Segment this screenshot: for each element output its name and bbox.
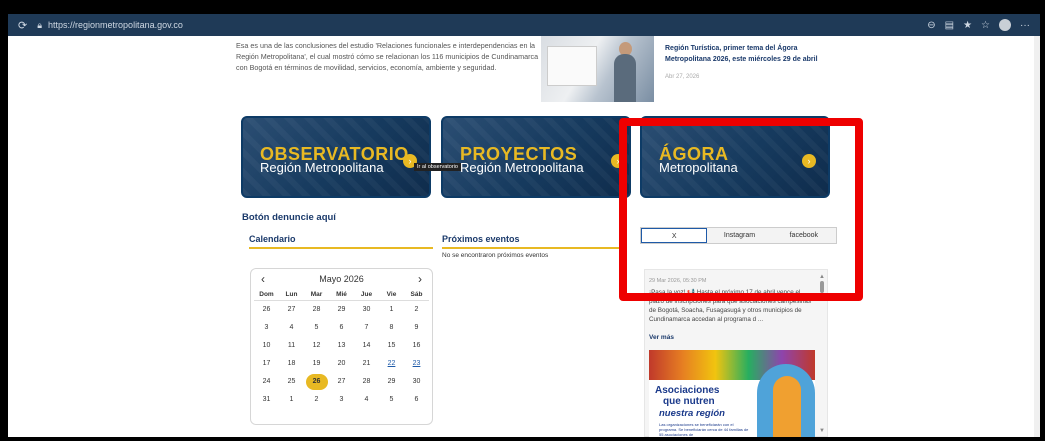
no-events-message: No se encontraron próximos eventos	[442, 252, 549, 259]
calendar-day[interactable]: 24	[254, 373, 279, 391]
calendar-day[interactable]: 16	[404, 337, 429, 355]
favorites-icon[interactable]: ☆	[981, 20, 990, 31]
next-month-button[interactable]: ›	[414, 272, 426, 286]
calendar-day[interactable]: 20	[329, 355, 354, 373]
presenter-figure	[614, 54, 636, 102]
calendar-day[interactable]: 27	[329, 373, 354, 391]
tooltip: Ir al observatorio	[414, 163, 461, 171]
calendar-day[interactable]: 3	[329, 391, 354, 409]
today-label: 26	[305, 374, 328, 390]
calendar-heading: Calendario	[249, 234, 296, 244]
calendar-widget: ‹ Mayo 2026 › Dom Lun Mar Mié Jue Vie Sáb 26 27 2…	[250, 268, 433, 425]
lock-icon[interactable]: 🔒︎	[37, 20, 42, 31]
calendar-day[interactable]: 25	[279, 373, 304, 391]
calendar-day[interactable]: 19	[304, 355, 329, 373]
calendar-header: ‹ Mayo 2026 ›	[251, 269, 432, 289]
prev-month-button[interactable]: ‹	[257, 272, 269, 286]
calendar-month-label: Mayo 2026	[319, 274, 364, 284]
card-observatorio[interactable]: OBSERVATORIO Región Metropolitana ›	[241, 116, 431, 198]
calendar-day[interactable]: 30	[354, 301, 379, 319]
calendar-day[interactable]: 21	[354, 355, 379, 373]
browser-toolbar: ⟳ 🔒︎ https://regionmetropolitana.gov.co …	[8, 14, 1040, 36]
post-image-title-line3: nuestra región	[659, 408, 725, 419]
calendar-day[interactable]: 28	[304, 301, 329, 319]
calendar-day[interactable]: 12	[304, 337, 329, 355]
weekday-header: Mié	[329, 289, 354, 301]
calendar-day[interactable]: 11	[279, 337, 304, 355]
calendar-day[interactable]: 1	[379, 301, 404, 319]
page-scrollbar[interactable]	[1034, 36, 1040, 437]
calendar-day[interactable]: 1	[279, 391, 304, 409]
calendar-day[interactable]: 13	[329, 337, 354, 355]
calendar-day[interactable]: 9	[404, 319, 429, 337]
post-image-title-line2: que nutren	[663, 396, 715, 407]
calendar-day[interactable]: 22	[379, 355, 404, 373]
calendar-day[interactable]: 18	[279, 355, 304, 373]
highlight-annotation-box	[619, 118, 863, 301]
presentation-board	[547, 46, 597, 86]
intro-paragraph: Esa es una de las conclusiones del estud…	[236, 41, 539, 72]
address-bar[interactable]: https://regionmetropolitana.gov.co	[48, 20, 183, 30]
calendar-day[interactable]: 5	[379, 391, 404, 409]
web-page: Esa es una de las conclusiones del estud…	[8, 36, 1040, 437]
farmer-figure	[773, 376, 801, 437]
events-heading: Próximos eventos	[442, 234, 520, 244]
calendar-day[interactable]: 30	[404, 373, 429, 391]
news-date: Abr 27, 2026	[665, 74, 700, 80]
weekday-header: Sáb	[404, 289, 429, 301]
news-title-link[interactable]: Región Turística, primer tema del Ágora …	[665, 43, 840, 65]
calendar-day[interactable]: 31	[254, 391, 279, 409]
calendar-day[interactable]: 4	[354, 391, 379, 409]
calendar-day[interactable]: 8	[379, 319, 404, 337]
calendar-day[interactable]: 15	[379, 337, 404, 355]
calendar-day[interactable]: 26	[254, 301, 279, 319]
reload-icon[interactable]: ⟳	[18, 19, 27, 32]
weekday-header: Mar	[304, 289, 329, 301]
calendar-day[interactable]: 28	[354, 373, 379, 391]
profile-avatar[interactable]	[999, 19, 1011, 31]
weekday-header: Vie	[379, 289, 404, 301]
calendar-day[interactable]: 7	[354, 319, 379, 337]
card-proyectos[interactable]: PROYECTOS Región Metropolitana ›	[441, 116, 631, 198]
calendar-day-today[interactable]: 26	[304, 373, 329, 391]
scroll-down-icon[interactable]: ▼	[819, 428, 825, 434]
post-image-title-line1: Asociaciones	[655, 385, 720, 396]
calendar-grid: Dom Lun Mar Mié Jue Vie Sáb 26 27 28 29 30 1 2 3 4 5 6 7 8 9…	[251, 289, 432, 409]
calendar-day[interactable]: 10	[254, 337, 279, 355]
reader-icon[interactable]: ▤	[945, 20, 954, 31]
weekday-header: Dom	[254, 289, 279, 301]
post-image-caption: Las organizaciones se beneficiarán con e…	[659, 422, 749, 437]
calendar-day[interactable]: 2	[404, 301, 429, 319]
calendar-day[interactable]: 4	[279, 319, 304, 337]
see-more-link[interactable]: Ver más	[649, 334, 674, 341]
calendar-day[interactable]: 23	[404, 355, 429, 373]
weekday-header: Jue	[354, 289, 379, 301]
zoom-icon[interactable]: ⊖	[927, 20, 935, 31]
calendar-day[interactable]: 6	[329, 319, 354, 337]
more-menu-icon[interactable]: ···	[1020, 20, 1030, 31]
calendar-day[interactable]: 17	[254, 355, 279, 373]
denuncie-button[interactable]: Botón denuncie aquí	[242, 212, 336, 223]
news-photo[interactable]	[541, 36, 654, 102]
calendar-day[interactable]: 29	[329, 301, 354, 319]
card-subtitle: Región Metropolitana	[460, 160, 584, 175]
bookmark-star-icon[interactable]: ★	[963, 20, 972, 31]
card-subtitle: Región Metropolitana	[260, 160, 384, 175]
calendar-day[interactable]: 2	[304, 391, 329, 409]
calendar-day[interactable]: 14	[354, 337, 379, 355]
post-image[interactable]: Asociaciones que nutren nuestra región L…	[649, 350, 815, 437]
calendar-day[interactable]: 6	[404, 391, 429, 409]
calendar-day[interactable]: 29	[379, 373, 404, 391]
calendar-day[interactable]: 27	[279, 301, 304, 319]
calendar-day[interactable]: 5	[304, 319, 329, 337]
calendar-day[interactable]: 3	[254, 319, 279, 337]
weekday-header: Lun	[279, 289, 304, 301]
events-heading-underline	[442, 247, 622, 249]
calendar-heading-underline	[249, 247, 433, 249]
